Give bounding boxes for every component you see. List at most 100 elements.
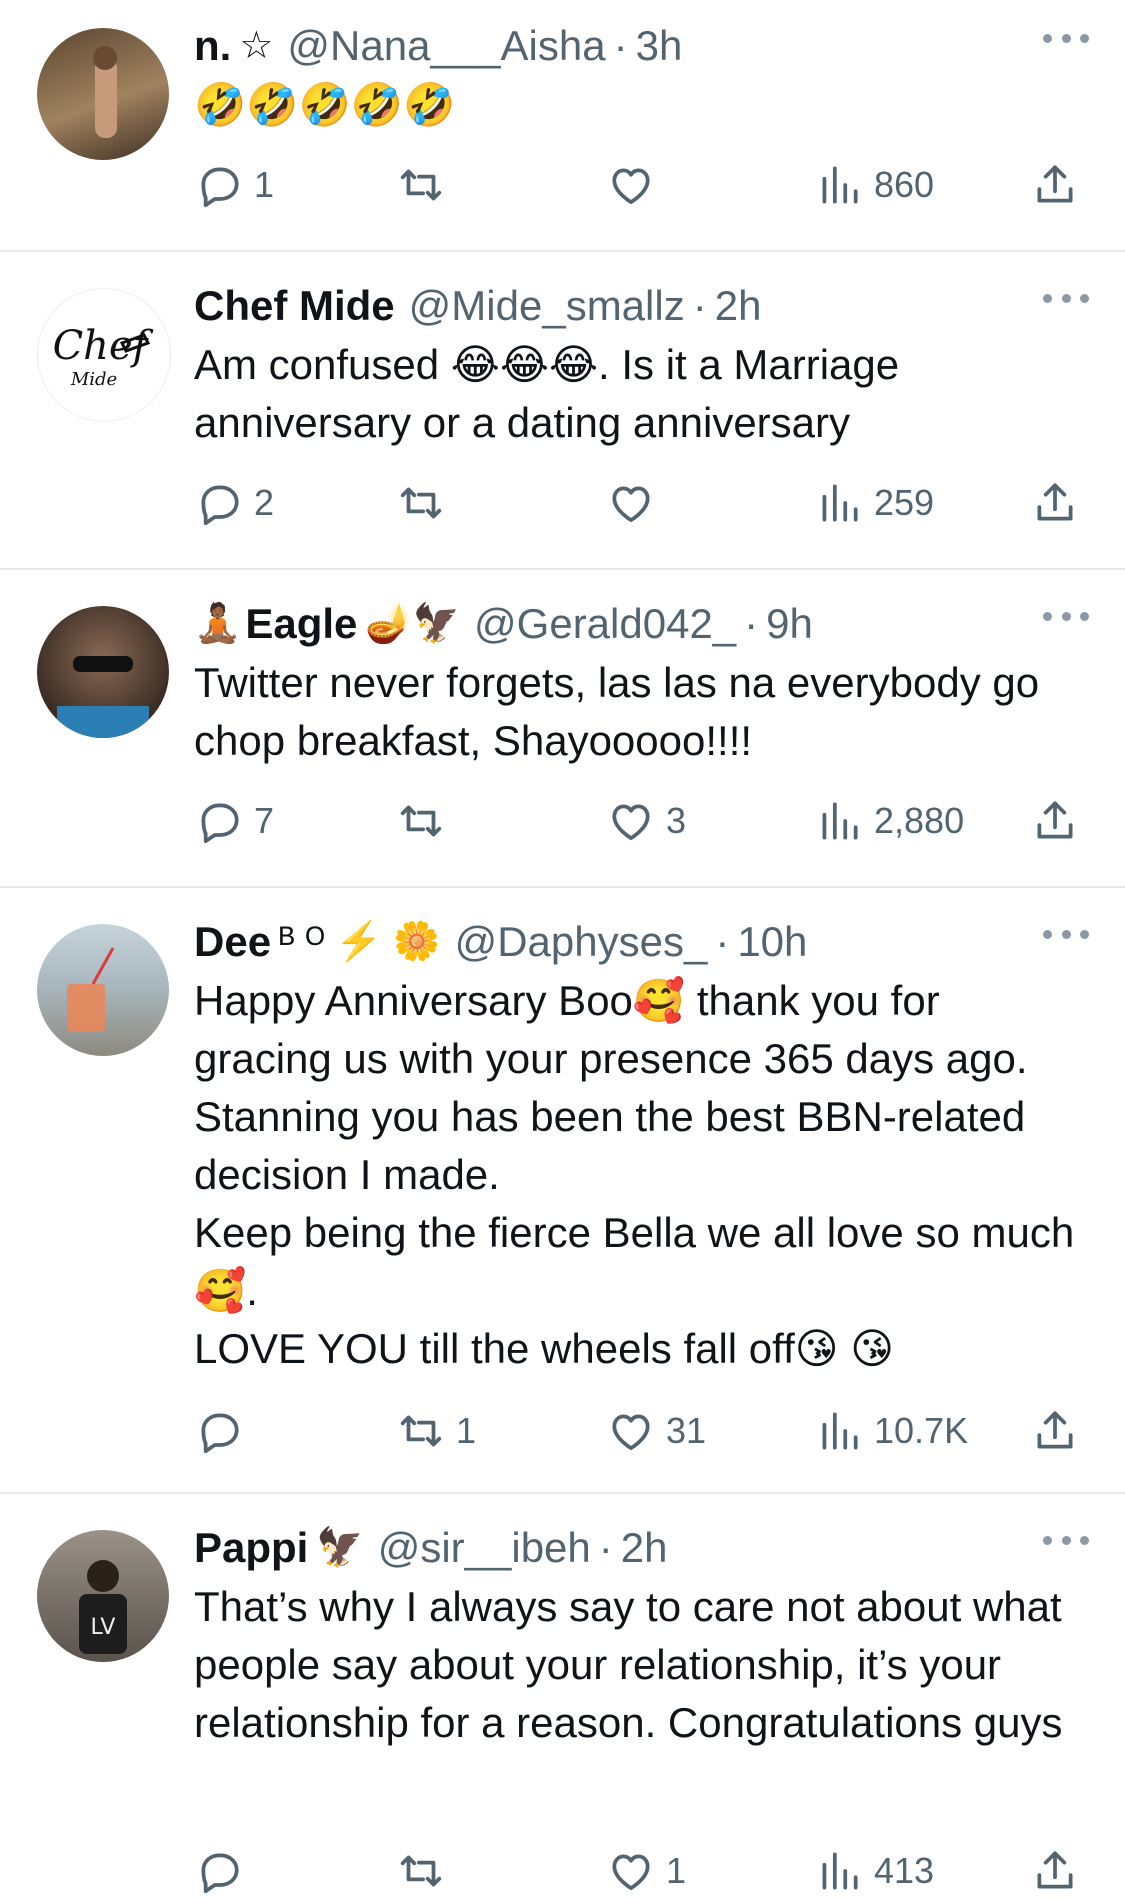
share-button[interactable] [1030, 1404, 1080, 1458]
reply-button[interactable]: 1 [194, 158, 274, 212]
reply-card[interactable]: LV Pappi 🦅 @sir__ibeh · 2h That’s why I … [0, 1494, 1125, 1894]
separator: · [692, 282, 707, 329]
views-button[interactable]: 2,880 [814, 794, 964, 848]
svg-text:LV: LV [91, 1615, 116, 1640]
view-count: 259 [874, 482, 935, 523]
retweet-icon [400, 1415, 442, 1447]
retweet-icon [400, 805, 442, 837]
user-handle[interactable]: @Gerald042_ [474, 598, 736, 650]
share-icon [1037, 801, 1073, 839]
share-icon [1037, 483, 1073, 521]
display-name[interactable]: Pappi [194, 1522, 308, 1574]
views-button[interactable]: 259 [814, 476, 934, 530]
user-handle[interactable]: @sir__ibeh [378, 1522, 591, 1574]
like-button[interactable] [606, 476, 666, 530]
reply-text-line: Keep being the fierce Bella we all love … [194, 1209, 1075, 1314]
views-icon [822, 802, 858, 840]
reply-card[interactable]: n. ☆ @Nana___Aisha · 3h 🤣🤣🤣🤣🤣 1 860 [0, 0, 1125, 252]
timestamp[interactable]: 3h [636, 20, 683, 72]
like-count: 31 [666, 1410, 707, 1451]
retweet-icon [400, 1855, 442, 1887]
separator: · [744, 600, 759, 647]
like-count: 1 [666, 1850, 687, 1891]
display-name[interactable]: Dee [194, 916, 271, 968]
avatar[interactable] [37, 28, 169, 160]
retweet-button[interactable] [396, 794, 456, 848]
timestamp[interactable]: 2h [621, 1522, 668, 1574]
reply-text: 🤣🤣🤣🤣🤣 [194, 81, 456, 128]
share-icon [1037, 1411, 1073, 1449]
reply-text-line: LOVE YOU till the wheels fall off😘 😘 [194, 1325, 894, 1372]
reply-button[interactable] [194, 1844, 254, 1898]
name-decoration: 🪔🦅 [365, 603, 461, 645]
reply-text: Happy Anniversary Boo🥰 thank you for gra… [194, 972, 1085, 1378]
share-button[interactable] [1030, 158, 1080, 212]
share-button[interactable] [1030, 1844, 1080, 1898]
more-icon[interactable] [1043, 28, 1089, 48]
retweet-button[interactable]: 1 [396, 1404, 476, 1458]
retweet-button[interactable] [396, 476, 456, 530]
reply-count: 1 [254, 164, 275, 205]
retweet-icon [400, 169, 442, 201]
like-button[interactable]: 3 [606, 794, 686, 848]
view-count: 413 [874, 1850, 935, 1891]
retweet-button[interactable] [396, 158, 456, 212]
reply-text: Am confused 😂😂😂. Is it a Marriage annive… [194, 341, 900, 446]
more-icon[interactable] [1043, 606, 1089, 626]
user-handle[interactable]: @Daphyses_ [455, 916, 708, 968]
views-button[interactable]: 10.7K [814, 1404, 968, 1458]
share-icon [1037, 165, 1073, 203]
views-button[interactable]: 860 [814, 158, 934, 212]
more-icon[interactable] [1043, 288, 1089, 308]
display-name[interactable]: Chef Mide [194, 280, 395, 332]
reply-card[interactable]: 🧘🏾 Eagle 🪔🦅 @Gerald042_ · 9h Twitter nev… [0, 570, 1125, 888]
display-name[interactable]: n. [194, 20, 231, 72]
user-handle[interactable]: @Mide_smallz [409, 280, 685, 332]
timestamp[interactable]: 2h [715, 280, 762, 332]
share-button[interactable] [1030, 476, 1080, 530]
share-icon [1037, 1851, 1073, 1889]
reply-icon [201, 803, 239, 844]
svg-text:Mide: Mide [70, 369, 117, 390]
views-icon [822, 1852, 858, 1890]
reply-icon [201, 1853, 239, 1894]
like-icon [612, 168, 650, 204]
views-icon [822, 166, 858, 204]
avatar[interactable] [37, 924, 169, 1056]
reply-button[interactable]: 7 [194, 794, 274, 848]
reply-card[interactable]: Dee ᴮ ᴼ ⚡️ 🌼 @Daphyses_ · 10h Happy Anni… [0, 888, 1125, 1494]
like-button[interactable]: 1 [606, 1844, 686, 1898]
reply-text: That’s why I always say to care not abou… [194, 1583, 1063, 1746]
reply-button[interactable] [194, 1404, 254, 1458]
views-button[interactable]: 413 [814, 1844, 934, 1898]
timestamp[interactable]: 9h [766, 598, 813, 650]
reply-count: 7 [254, 800, 275, 841]
like-icon [612, 804, 650, 840]
reply-card[interactable]: Chef Mide Chef Mide @Mide_smallz · 2h Am… [0, 252, 1125, 570]
reply-button[interactable]: 2 [194, 476, 274, 530]
like-button[interactable] [606, 158, 666, 212]
reply-count: 2 [254, 482, 275, 523]
reply-icon [201, 485, 239, 526]
views-icon [822, 1412, 858, 1450]
retweet-button[interactable] [396, 1844, 456, 1898]
like-count: 3 [666, 800, 687, 841]
like-icon [612, 1414, 650, 1450]
more-icon[interactable] [1043, 1530, 1089, 1550]
avatar[interactable]: Chef Mide [37, 288, 171, 422]
like-button[interactable]: 31 [606, 1404, 706, 1458]
user-handle[interactable]: @Nana___Aisha [287, 20, 605, 72]
like-icon [612, 486, 650, 522]
views-icon [822, 484, 858, 522]
name-prefix-emoji: 🧘🏾 [194, 603, 242, 645]
share-button[interactable] [1030, 794, 1080, 848]
reply-icon [201, 1413, 239, 1454]
avatar[interactable] [37, 606, 169, 738]
reply-text: Twitter never forgets, las las na everyb… [194, 659, 1040, 764]
timestamp[interactable]: 10h [737, 916, 807, 968]
separator: · [715, 918, 730, 965]
view-count: 2,880 [874, 800, 965, 841]
avatar[interactable]: LV [37, 1530, 169, 1662]
more-icon[interactable] [1043, 924, 1089, 944]
display-name[interactable]: Eagle [245, 598, 357, 650]
